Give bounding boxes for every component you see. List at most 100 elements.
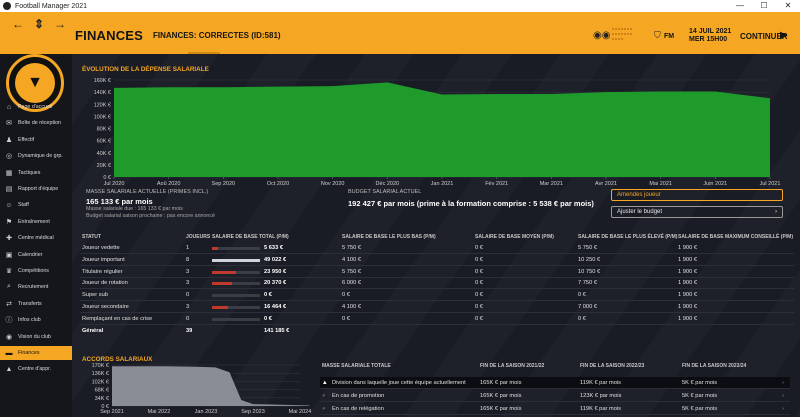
sidebar-item-12[interactable]: ⇄ Transferts <box>0 297 72 311</box>
sidebar: ▼ ⌂ Page d'accueil ✉ Boîte de réception ♟ Eff… <box>0 54 72 417</box>
club-info-icon: ⓘ <box>5 317 13 325</box>
agreements-column-header[interactable]: MASSE SALARIALE TOTALE <box>322 363 391 369</box>
fm-logo[interactable]: FM <box>664 33 674 40</box>
cell-max: 1 900 € <box>678 280 697 287</box>
cell-players: 3 <box>186 280 190 287</box>
column-header[interactable]: SALAIRE DE BASE TOTAL (P/M) <box>212 234 289 240</box>
forward-arrow-icon[interactable]: → <box>54 17 66 31</box>
current-date: 14 JUIL 2021 <box>689 28 732 35</box>
adjust-budget-button[interactable]: Ajuster le budget › <box>611 206 783 218</box>
tactics-icon: ▦ <box>5 169 13 177</box>
sidebar-item-2[interactable]: ♟ Effectif <box>0 133 72 147</box>
chevron-right-icon[interactable]: › <box>782 406 784 412</box>
sidebar-item-1[interactable]: ✉ Boîte de réception <box>0 116 72 130</box>
x-tick-label: Jan 2021 <box>431 181 454 187</box>
player-fines-button[interactable]: Amendes joueur <box>611 189 783 201</box>
agreements-row[interactable]: ● En cas de relégation 165K € par mois 119K… <box>320 403 790 415</box>
vision-icon: ◉ <box>5 333 13 341</box>
table-row[interactable]: Joueur important 8 49 022 € 4 100 € 0 € 10 25… <box>80 254 794 266</box>
sidebar-item-label: Compétitions <box>18 268 49 274</box>
back-arrow-icon[interactable]: ← <box>12 17 24 31</box>
column-header[interactable]: SALAIRE DE BASE MAXIMUM CONSEILLÉ (P/M) <box>678 234 793 240</box>
sidebar-item-label: Rapport d'équipe <box>18 186 59 192</box>
table-row[interactable]: Joueur vedette 1 5 633 € 5 750 € 0 € 5 750 € 1… <box>80 242 794 254</box>
fm-app-icon <box>3 2 11 10</box>
sidebar-item-11[interactable]: ⌕ Recrutement <box>0 280 72 294</box>
budget-label: BUDGET SALARIAL ACTUEL <box>348 189 422 195</box>
medical-icon: ✚ <box>6 235 12 243</box>
table-row[interactable]: Remplaçant en cas de crise 0 0 € 0 € 0 € 0 € 1… <box>80 313 794 325</box>
agreements-row[interactable]: ● En cas de promotion 165K € par mois 123K … <box>320 390 790 402</box>
inbox-icon: ✉ <box>6 120 12 128</box>
close-button[interactable]: ✕ <box>776 0 800 12</box>
sidebar-item-13[interactable]: ⓘ Infos club <box>0 313 72 327</box>
table-row[interactable]: Joueur de rotation 3 20 370 € 6 000 € 0 € 7 7… <box>80 277 794 290</box>
radio-icon[interactable]: ● <box>322 393 325 399</box>
wage-share-bar-fill <box>212 247 218 250</box>
cell-avg: 0 € <box>475 280 483 287</box>
table-row[interactable]: Joueur secondaire 3 16 464 € 4 100 € 0 € 7 00… <box>80 301 794 313</box>
nav-expand-icon[interactable]: ⇕ <box>34 17 44 31</box>
sidebar-item-16[interactable]: ▲ Centre d'appr. <box>0 362 72 376</box>
current-wage-label: MASSE SALARIALE ACTUELLE (PRIMES INCL.) <box>86 189 209 195</box>
sidebar-item-14[interactable]: ◉ Vision du club <box>0 330 72 344</box>
table-row[interactable]: Super sub 0 0 € 0 € 0 € 0 € 1 900 € <box>80 289 794 302</box>
binoculars-icon[interactable]: ◉◉ <box>593 30 610 41</box>
column-header[interactable]: STATUT <box>82 234 101 240</box>
cell-status: Super sub <box>82 292 108 299</box>
wage-share-bar <box>212 270 260 274</box>
column-header[interactable]: JOUEURS <box>186 234 210 240</box>
cell-low: 6 000 € <box>342 280 361 287</box>
maximize-button[interactable]: ☐ <box>752 0 776 12</box>
trophy-icon: ♛ <box>5 268 13 275</box>
y-tick-label: 120K € <box>94 102 111 108</box>
y-tick-label: 20K € <box>97 163 111 169</box>
cell-low: 0 € <box>342 292 350 299</box>
continue-arrow-icon[interactable]: ▶ <box>780 30 788 41</box>
cell-max: 1 900 € <box>678 304 697 310</box>
scouting-icon: ⌕ <box>7 283 11 291</box>
minimize-button[interactable]: — <box>728 0 752 12</box>
sidebar-item-label: Tactiques <box>18 169 41 176</box>
sidebar-item-6[interactable]: ☺ Staff <box>0 198 72 212</box>
agreements-column-header[interactable]: FIN DE LA SAISON 2021/22 <box>480 363 544 369</box>
agreements-cell-label: Division dans laquelle joue cette équipe… <box>332 380 466 386</box>
selected-indicator-icon[interactable]: ▲ <box>322 380 328 386</box>
agreements-column-header[interactable]: FIN DE LA SAISON 2023/24 <box>682 363 746 369</box>
radio-icon[interactable]: ● <box>322 406 325 412</box>
x-tick-label: Nov 2020 <box>321 181 345 187</box>
cell-total: 23 950 € <box>264 268 287 275</box>
column-header[interactable]: SALAIRE DE BASE LE PLUS BAS (P/M) <box>342 234 436 240</box>
agreements-row[interactable]: ▲ Division dans laquelle joue cette équip… <box>320 377 790 389</box>
sidebar-item-0[interactable]: ⌂ Page d'accueil <box>0 100 72 114</box>
club-crest-small-icon[interactable]: ⛉ <box>654 30 661 41</box>
sidebar-item-3[interactable]: ◎ Dynamique de grp. <box>0 149 72 163</box>
sidebar-item-5[interactable]: ▤ Rapport d'équipe <box>0 182 72 196</box>
adjust-budget-label: Ajuster le budget <box>617 209 663 215</box>
wage-share-bar-fill <box>212 270 236 274</box>
sidebar-item-4[interactable]: ▦ Tactiques <box>0 166 72 180</box>
total-players: 39 <box>186 327 193 334</box>
sidebar-item-10[interactable]: ♛ Compétitions <box>0 264 72 278</box>
dynamics-icon: ◎ <box>5 153 13 161</box>
table-row[interactable]: Titulaire régulier 3 23 950 € 5 750 € 0 € 10 … <box>80 266 794 278</box>
wage-share-bar <box>212 247 260 250</box>
sidebar-item-8[interactable]: ✚ Centre médical <box>0 231 72 245</box>
agreements-column-header[interactable]: FIN DE LA SAISON 2022/23 <box>580 363 644 369</box>
sidebar-item-15[interactable]: ▬ Finances <box>0 346 72 360</box>
cell-low: 5 750 € <box>342 245 361 251</box>
column-header[interactable]: SALAIRE DE BASE MOYEN (P/M) <box>475 234 554 240</box>
sidebar-item-7[interactable]: ⚑ Entraînement <box>0 215 72 229</box>
cell-low: 0 € <box>342 315 350 322</box>
sidebar-item-9[interactable]: ▣ Calendrier <box>0 248 72 262</box>
wage-share-bar <box>212 282 260 286</box>
chevron-right-icon[interactable]: › <box>782 380 784 386</box>
cell-avg: 0 € <box>475 304 483 310</box>
sidebar-item-label: Vision du club <box>18 333 51 340</box>
sidebar-item-label: Calendrier <box>18 251 43 258</box>
chevron-right-icon[interactable]: › <box>782 393 784 399</box>
x-tick-label: Juin 2021 <box>703 181 727 187</box>
current-time: MER 15H00 <box>689 36 728 43</box>
column-header[interactable]: SALAIRE DE BASE LE PLUS ÉLEVÉ (P/M) <box>578 234 677 240</box>
cell-total: 0 € <box>264 292 272 299</box>
